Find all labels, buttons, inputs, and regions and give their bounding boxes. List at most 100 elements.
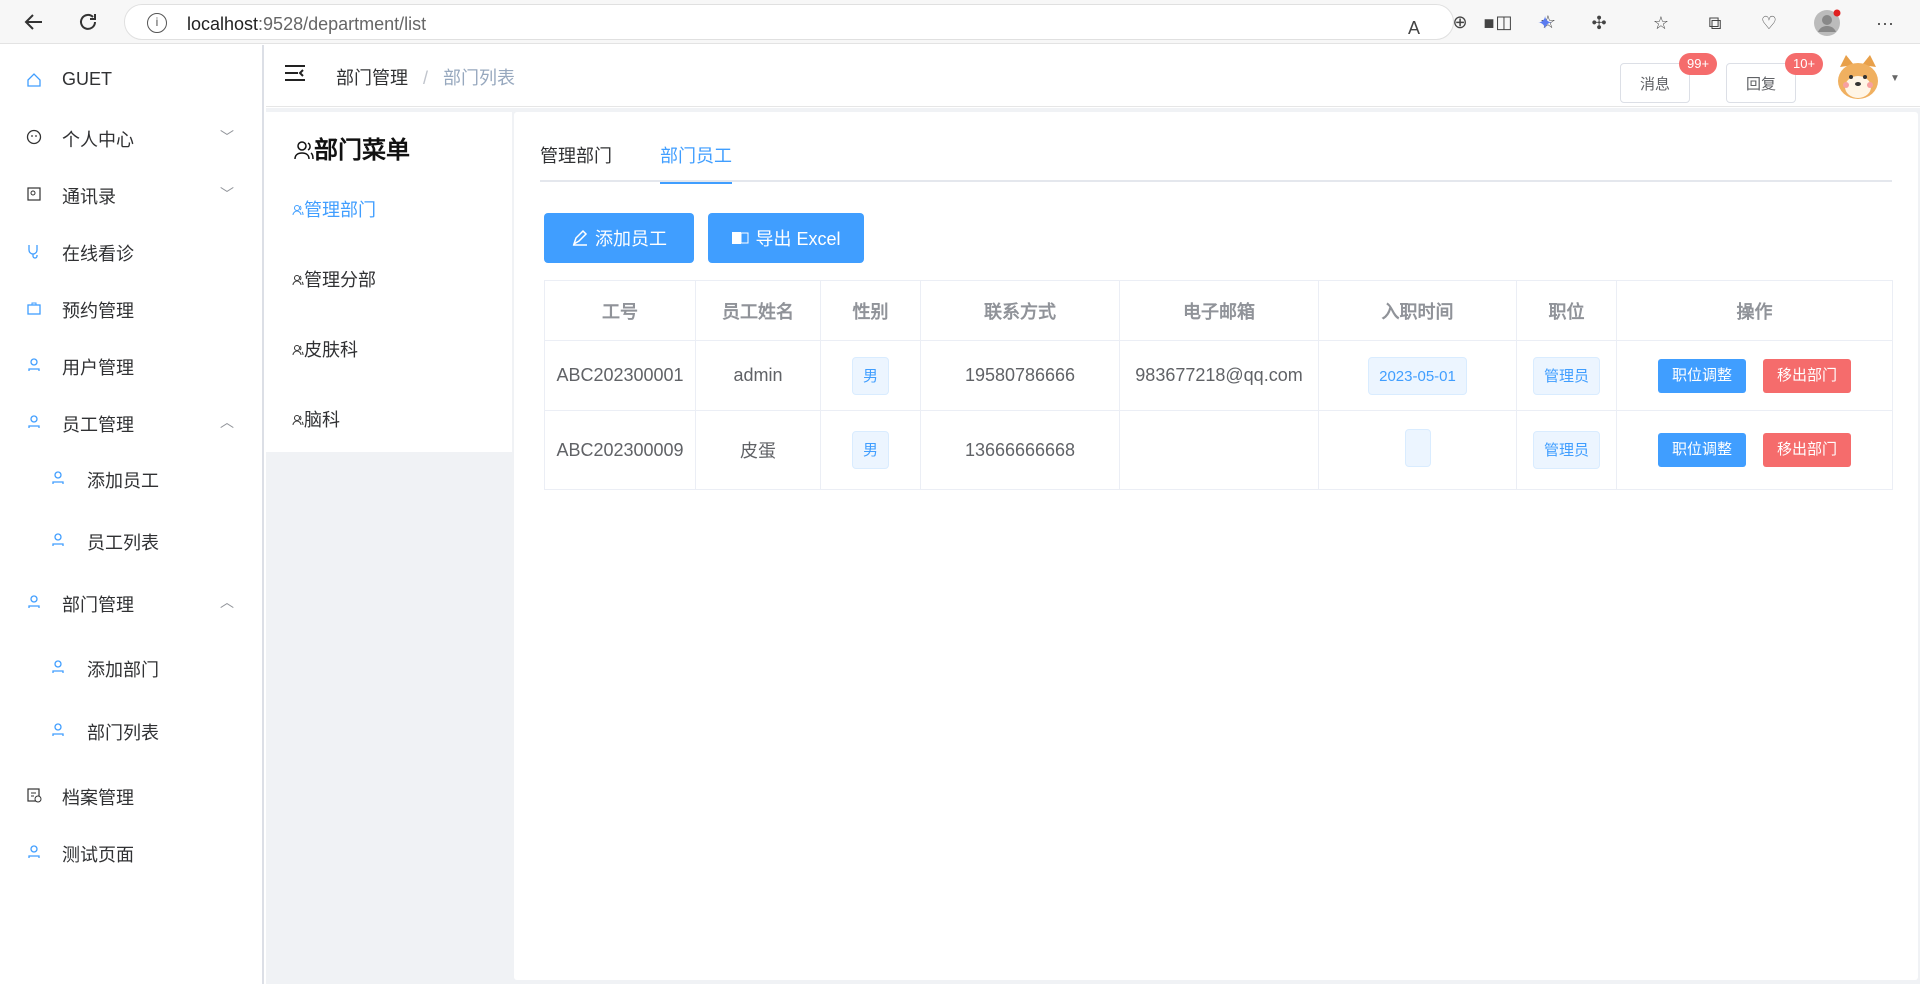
sidebar-item-contacts[interactable]: 通讯录 ﹀ — [0, 164, 262, 224]
address-bar[interactable]: i localhost:9528/department/list A ⊕ ◫ ☆ — [124, 4, 1556, 43]
cell-gender: 男 — [820, 410, 921, 490]
top-navbar: 部门管理 / 部门列表 消息 99+ 回复 10+ ▼ — [266, 45, 1920, 107]
breadcrumb-separator: / — [423, 68, 429, 88]
cell-gender: 男 — [820, 340, 921, 411]
refresh-icon[interactable] — [72, 6, 104, 38]
department-menu: 部门菜单 管理部门 管理分部 皮肤科 脑科 — [266, 112, 512, 452]
caret-down-icon[interactable]: ▼ — [1890, 73, 1900, 84]
sidebar-item-label: 员工列表 — [87, 533, 159, 553]
sidebar-item-label: 添加部门 — [87, 660, 159, 680]
dept-menu-item-branch[interactable]: 管理分部 — [292, 266, 376, 292]
sidebar-item-label: 档案管理 — [62, 788, 134, 808]
reply-badge: 10+ — [1785, 53, 1824, 75]
zoom-icon[interactable]: ⊕ — [1445, 7, 1475, 37]
export-excel-label: 导出 Excel — [755, 229, 841, 249]
cell-actions: 职位调整 移出部门 — [1616, 340, 1893, 411]
sidebar-item-add-department[interactable]: 添加部门 — [0, 637, 262, 697]
breadcrumb-item-department-list: 部门列表 — [443, 68, 516, 88]
position-tag: 管理员 — [1532, 431, 1600, 469]
contacts-icon — [27, 187, 41, 201]
sidebar-item-staff-management[interactable]: 员工管理 ︿ — [0, 392, 262, 452]
column-header: 职位 — [1516, 280, 1617, 341]
sidebar-item-appointment[interactable]: 预约管理 — [0, 278, 262, 338]
reply-label: 回复 — [1745, 75, 1776, 93]
dept-menu-item-dermatology[interactable]: 皮肤科 — [292, 336, 358, 362]
column-header: 性别 — [820, 280, 921, 341]
cell-email: 983677218@qq.com — [1119, 340, 1319, 411]
smile-icon — [26, 129, 42, 145]
sidebar-item-department-list[interactable]: 部门列表 — [0, 700, 262, 760]
cell-position: 管理员 — [1516, 410, 1617, 490]
sidebar-item-user-management[interactable]: 用户管理 — [0, 335, 262, 395]
sidebar-item-add-staff[interactable]: 添加员工 — [0, 448, 262, 508]
table-row: ABC202300001 admin 男 19580786666 9836772… — [544, 340, 1893, 411]
sidebar-item-label: 员工管理 — [62, 415, 134, 435]
collections-icon[interactable]: ⧉ — [1700, 8, 1730, 38]
add-staff-button[interactable]: 添加员工 — [544, 213, 694, 263]
chevron-down-icon: ﹀ — [220, 186, 234, 202]
table-header-row: 工号 员工姓名 性别 联系方式 电子邮箱 入职时间 职位 操作 — [544, 280, 1893, 341]
sidebar-item-label: 添加员工 — [87, 471, 159, 491]
cell-name: 皮蛋 — [695, 410, 821, 490]
info-icon[interactable]: i — [147, 13, 167, 33]
department-content-panel: 管理部门 部门员工 添加员工 导出 Excel 工号 员工姓名 性别 联系方式 … — [514, 112, 1918, 980]
sidebar-item-online-consult[interactable]: 在线看诊 — [0, 221, 262, 281]
health-icon[interactable]: ♡ — [1754, 8, 1784, 38]
department-menu-title: 部门菜单 — [294, 130, 410, 165]
extension-bird-icon[interactable]: ✦ — [1530, 8, 1560, 38]
tab-department-staff[interactable]: 部门员工 — [660, 142, 732, 184]
avatar[interactable] — [1832, 53, 1884, 103]
breadcrumb-item-department-management[interactable]: 部门管理 — [336, 68, 408, 88]
cell-join-date: 2023-05-01 — [1318, 340, 1517, 411]
join-date-tag — [1404, 428, 1431, 467]
dept-menu-item-neurology[interactable]: 脑科 — [292, 406, 340, 432]
remove-from-department-button[interactable]: 移出部门 — [1763, 358, 1852, 393]
hamburger-icon[interactable] — [284, 63, 308, 87]
user-icon — [28, 595, 40, 608]
sidebar: GUET 个人中心 ﹀ 通讯录 ﹀ 在线看诊 预约管理 用户管理 员工管理 ︿ … — [0, 45, 264, 984]
more-icon[interactable]: ··· — [1870, 8, 1900, 38]
tab-manage-department[interactable]: 管理部门 — [540, 142, 612, 182]
adjust-position-button[interactable]: 职位调整 — [1657, 433, 1746, 467]
profile-icon[interactable] — [1812, 8, 1842, 38]
sidebar-item-home[interactable]: GUET — [0, 50, 262, 110]
sidebar-item-label: GUET — [62, 69, 113, 89]
favorites-icon[interactable]: ☆ — [1646, 8, 1676, 38]
users-icon — [292, 415, 304, 426]
export-excel-button[interactable]: 导出 Excel — [708, 213, 864, 263]
extensions-puzzle-icon[interactable]: ✣ — [1584, 8, 1614, 38]
column-header: 电子邮箱 — [1119, 280, 1319, 341]
dept-menu-item-label: 管理分部 — [304, 270, 376, 290]
sidebar-item-records[interactable]: 档案管理 — [0, 765, 262, 825]
sidebar-item-department-management[interactable]: 部门管理 ︿ — [0, 572, 262, 632]
dept-menu-item-label: 管理部门 — [304, 200, 376, 220]
browser-toolbar: i localhost:9528/department/list A ⊕ ◫ ☆… — [0, 0, 1920, 44]
tabs: 管理部门 部门员工 — [540, 142, 1892, 184]
message-badge: 99+ — [1679, 53, 1718, 75]
user-icon — [52, 533, 64, 546]
sidebar-item-label: 用户管理 — [62, 358, 134, 378]
sidebar-item-label: 在线看诊 — [62, 244, 134, 264]
user-icon — [52, 471, 64, 484]
cell-phone: 19580786666 — [920, 340, 1120, 411]
cell-id: ABC202300009 — [544, 410, 696, 490]
breadcrumb: 部门管理 / 部门列表 — [336, 64, 515, 90]
sidebar-item-label: 测试页面 — [62, 845, 134, 865]
position-tag: 管理员 — [1532, 356, 1600, 395]
extension-icon[interactable]: ■ — [1474, 8, 1504, 38]
sidebar-item-personal-center[interactable]: 个人中心 ﹀ — [0, 107, 262, 167]
sidebar-item-label: 部门列表 — [87, 723, 159, 743]
sidebar-item-staff-list[interactable]: 员工列表 — [0, 510, 262, 570]
edit-icon — [572, 229, 588, 246]
sidebar-item-test-page[interactable]: 测试页面 — [0, 822, 262, 882]
table-row: ABC202300009 皮蛋 男 13666666668 管理员 职位调整 移… — [544, 410, 1893, 490]
adjust-position-button[interactable]: 职位调整 — [1657, 358, 1746, 393]
remove-from-department-button[interactable]: 移出部门 — [1763, 433, 1852, 467]
read-aloud-icon[interactable]: A — [1399, 13, 1429, 43]
back-icon[interactable] — [18, 6, 50, 38]
gender-tag: 男 — [851, 431, 889, 469]
chevron-up-icon: ︿ — [220, 594, 234, 610]
gender-tag: 男 — [851, 356, 889, 395]
home-icon — [27, 73, 41, 87]
dept-menu-item-management[interactable]: 管理部门 — [292, 196, 376, 222]
